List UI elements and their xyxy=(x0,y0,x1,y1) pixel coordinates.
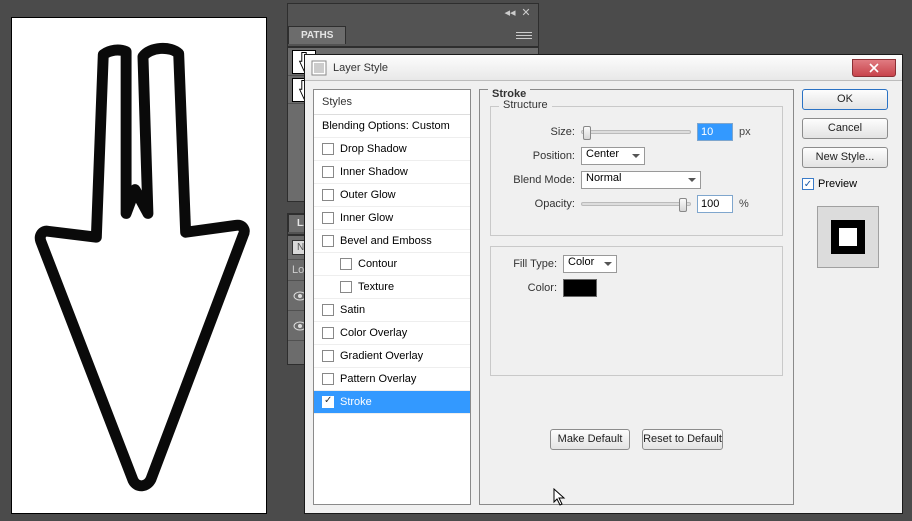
style-item-stroke[interactable]: Stroke xyxy=(314,391,470,414)
style-item-drop-shadow[interactable]: Drop Shadow xyxy=(314,138,470,161)
close-button[interactable] xyxy=(852,59,896,77)
layer-style-dialog: Layer Style Styles Blending Options: Cus… xyxy=(304,54,903,514)
fill-type-select[interactable]: Color xyxy=(563,255,617,273)
stroke-settings-panel: Stroke Structure Size: px Position: Cent… xyxy=(479,89,794,505)
style-item-inner-glow[interactable]: Inner Glow xyxy=(314,207,470,230)
size-unit: px xyxy=(739,126,751,138)
size-input[interactable] xyxy=(697,123,733,141)
blend-mode-label: Blend Mode: xyxy=(501,174,575,186)
canvas-document xyxy=(11,17,267,514)
style-item-bevel-emboss[interactable]: Bevel and Emboss xyxy=(314,230,470,253)
preview-label: Preview xyxy=(818,178,857,190)
position-label: Position: xyxy=(501,150,575,162)
cancel-button[interactable]: Cancel xyxy=(802,118,888,139)
canvas-arrow-shape xyxy=(12,18,266,513)
style-item-contour[interactable]: Contour xyxy=(314,253,470,276)
dialog-right-column: OK Cancel New Style... Preview xyxy=(802,89,894,505)
dialog-title: Layer Style xyxy=(333,62,388,74)
opacity-slider[interactable] xyxy=(581,202,691,206)
style-item-inner-shadow[interactable]: Inner Shadow xyxy=(314,161,470,184)
structure-group: Structure Size: px Position: Center Blen… xyxy=(490,106,783,236)
style-item-gradient-overlay[interactable]: Gradient Overlay xyxy=(314,345,470,368)
opacity-label: Opacity: xyxy=(501,198,575,210)
checkbox-icon xyxy=(802,178,814,190)
new-style-button[interactable]: New Style... xyxy=(802,147,888,168)
blending-options-item[interactable]: Blending Options: Custom xyxy=(314,115,470,138)
styles-list: Styles Blending Options: Custom Drop Sha… xyxy=(313,89,471,505)
position-select[interactable]: Center xyxy=(581,147,645,165)
close-icon xyxy=(869,63,879,73)
panel-close-icon[interactable]: ✕ xyxy=(520,7,532,19)
make-default-button[interactable]: Make Default xyxy=(550,429,630,450)
fill-group: Fill Type: Color Color: xyxy=(490,246,783,376)
blend-mode-select[interactable]: Normal xyxy=(581,171,701,189)
opacity-input[interactable] xyxy=(697,195,733,213)
style-item-color-overlay[interactable]: Color Overlay xyxy=(314,322,470,345)
cursor-icon xyxy=(553,488,567,506)
style-item-pattern-overlay[interactable]: Pattern Overlay xyxy=(314,368,470,391)
styles-header[interactable]: Styles xyxy=(314,90,470,115)
fill-type-label: Fill Type: xyxy=(501,258,557,270)
paths-tab[interactable]: PATHS xyxy=(288,26,346,44)
color-label: Color: xyxy=(501,282,557,294)
paths-panel-header: ◂◂ ✕ PATHS xyxy=(287,3,539,47)
size-slider[interactable] xyxy=(581,130,691,134)
structure-label: Structure xyxy=(499,99,552,111)
style-item-outer-glow[interactable]: Outer Glow xyxy=(314,184,470,207)
reset-default-button[interactable]: Reset to Default xyxy=(642,429,723,450)
color-swatch[interactable] xyxy=(563,279,597,297)
ok-button[interactable]: OK xyxy=(802,89,888,110)
style-item-texture[interactable]: Texture xyxy=(314,276,470,299)
style-item-satin[interactable]: Satin xyxy=(314,299,470,322)
preview-checkbox[interactable]: Preview xyxy=(802,178,894,190)
preview-thumbnail xyxy=(817,206,879,268)
size-label: Size: xyxy=(501,126,575,138)
panel-menu-icon[interactable] xyxy=(516,30,532,40)
dialog-titlebar[interactable]: Layer Style xyxy=(305,55,902,81)
opacity-unit: % xyxy=(739,198,749,210)
dialog-icon xyxy=(311,60,327,76)
panel-collapse-icon[interactable]: ◂◂ xyxy=(504,7,516,19)
